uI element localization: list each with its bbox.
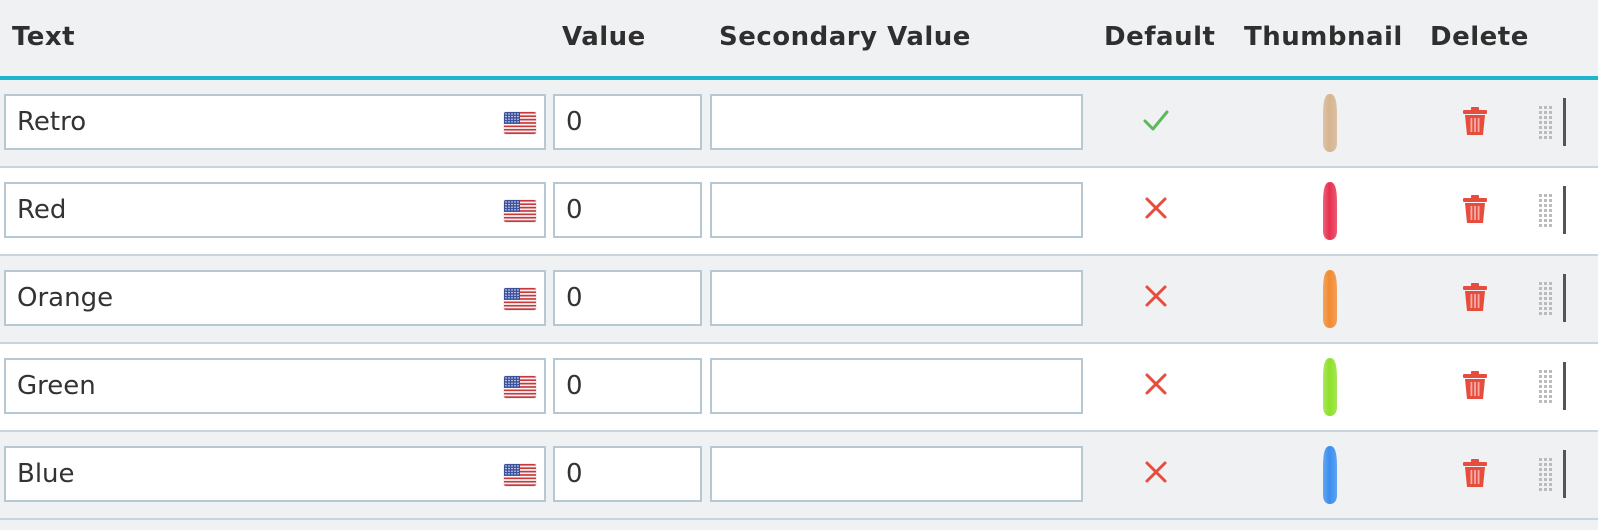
value-input[interactable]	[553, 358, 702, 414]
text-input[interactable]	[4, 182, 546, 238]
drag-handle-icon[interactable]	[1537, 104, 1557, 142]
trash-icon[interactable]	[1462, 194, 1488, 224]
text-input[interactable]	[4, 270, 546, 326]
drag-handle-icon[interactable]	[1537, 280, 1557, 318]
value-input[interactable]	[553, 182, 702, 238]
row-edge-divider	[1563, 450, 1566, 498]
table-header: Text Value Secondary Value Default Thumb…	[0, 0, 1598, 80]
column-header-delete: Delete	[1430, 22, 1529, 52]
table-row	[0, 256, 1598, 344]
not-default-x-icon[interactable]	[1140, 456, 1172, 488]
secondary-value-input[interactable]	[710, 94, 1083, 150]
drag-handle-icon[interactable]	[1537, 456, 1557, 494]
value-input[interactable]	[553, 446, 702, 502]
us-flag-icon[interactable]	[504, 288, 536, 310]
thumbnail-image	[1320, 93, 1340, 153]
thumbnail-image	[1320, 445, 1340, 505]
secondary-value-input[interactable]	[710, 182, 1083, 238]
drag-handle-icon[interactable]	[1537, 192, 1557, 230]
secondary-value-input[interactable]	[710, 358, 1083, 414]
trash-icon[interactable]	[1462, 106, 1488, 136]
value-input[interactable]	[553, 270, 702, 326]
row-edge-divider	[1563, 98, 1566, 146]
not-default-x-icon[interactable]	[1140, 192, 1172, 224]
default-check-icon[interactable]	[1140, 104, 1172, 136]
row-edge-divider	[1563, 186, 1566, 234]
trash-icon[interactable]	[1462, 282, 1488, 312]
column-header-thumbnail: Thumbnail	[1244, 22, 1403, 52]
us-flag-icon[interactable]	[504, 464, 536, 486]
column-header-text: Text	[12, 22, 76, 52]
thumbnail-image	[1320, 269, 1340, 329]
us-flag-icon[interactable]	[504, 376, 536, 398]
column-header-secondary-value: Secondary Value	[719, 22, 971, 52]
trash-icon[interactable]	[1462, 458, 1488, 488]
value-input[interactable]	[553, 94, 702, 150]
drag-handle-icon[interactable]	[1537, 368, 1557, 406]
text-input[interactable]	[4, 446, 546, 502]
us-flag-icon[interactable]	[504, 200, 536, 222]
table-row	[0, 80, 1598, 168]
us-flag-icon[interactable]	[504, 112, 536, 134]
thumbnail-image	[1320, 357, 1340, 417]
column-header-default: Default	[1104, 22, 1216, 52]
trash-icon[interactable]	[1462, 370, 1488, 400]
row-edge-divider	[1563, 274, 1566, 322]
not-default-x-icon[interactable]	[1140, 280, 1172, 312]
secondary-value-input[interactable]	[710, 270, 1083, 326]
thumbnail-image	[1320, 181, 1340, 241]
table-row	[0, 168, 1598, 256]
options-table: Text Value Secondary Value Default Thumb…	[0, 0, 1598, 530]
table-row	[0, 344, 1598, 432]
text-input[interactable]	[4, 94, 546, 150]
text-input[interactable]	[4, 358, 546, 414]
secondary-value-input[interactable]	[710, 446, 1083, 502]
row-edge-divider	[1563, 362, 1566, 410]
table-row	[0, 432, 1598, 520]
column-header-value: Value	[562, 22, 646, 52]
not-default-x-icon[interactable]	[1140, 368, 1172, 400]
